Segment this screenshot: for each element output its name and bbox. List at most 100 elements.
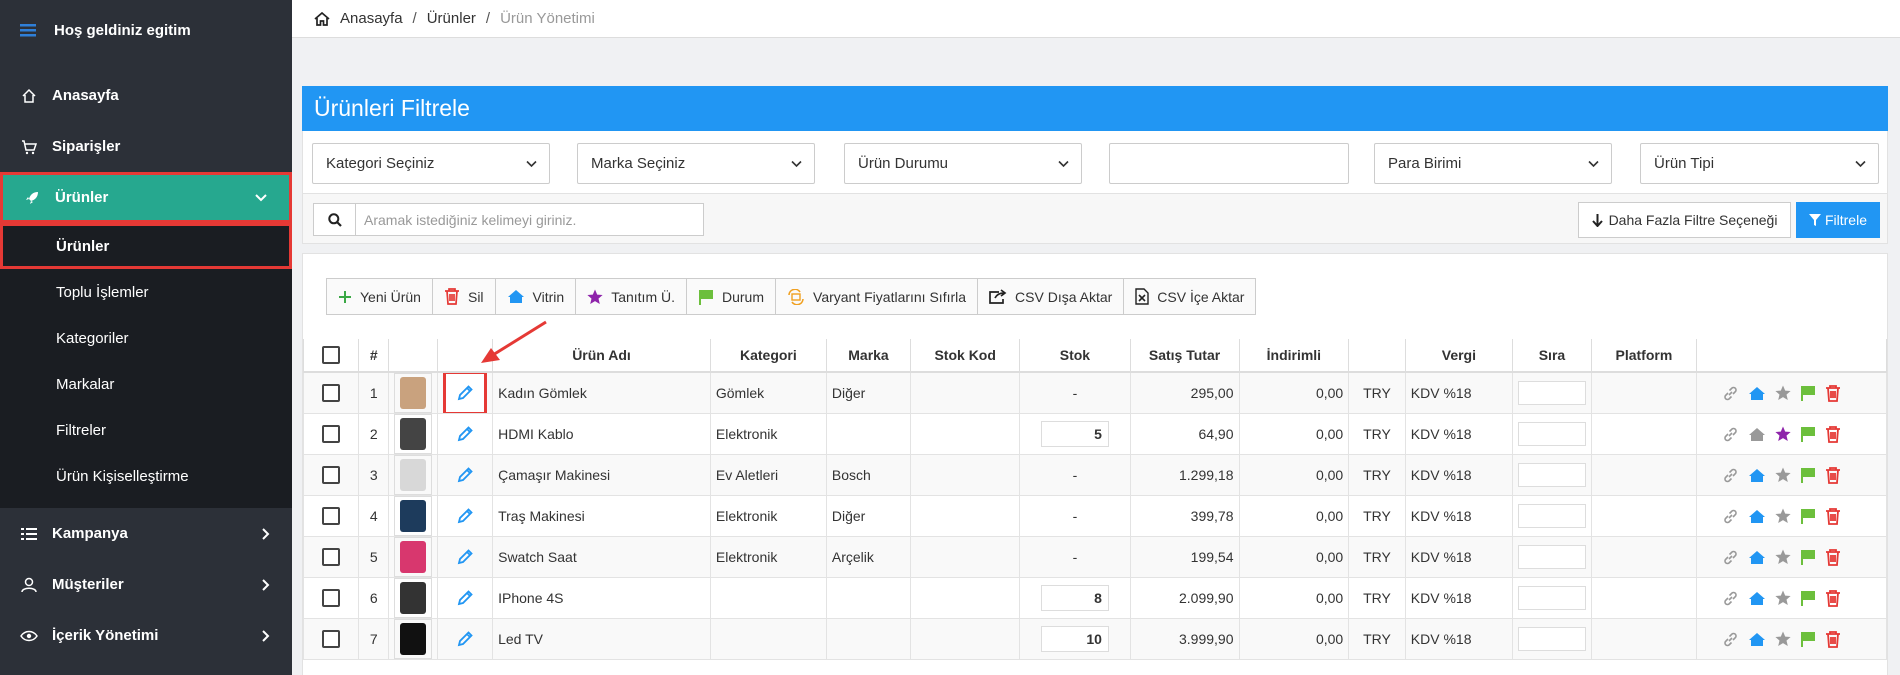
link-icon[interactable] [1722,508,1739,525]
product-name[interactable]: HDMI Kablo [492,413,711,455]
order-input[interactable] [1517,627,1586,651]
flag-icon[interactable] [1800,467,1816,483]
showcase-icon[interactable] [1748,386,1766,401]
link-icon[interactable] [1722,590,1739,607]
row-checkbox[interactable] [322,466,341,484]
product-thumbnail[interactable] [394,455,433,495]
sidebar-item-kampanya[interactable]: Kampanya [0,508,292,559]
order-input[interactable] [1517,586,1586,610]
link-icon[interactable] [1722,631,1739,648]
delete-button[interactable]: Sil [433,279,496,314]
submenu-item-filtreler[interactable]: Filtreler [0,407,292,453]
star-icon[interactable] [1775,385,1791,401]
menu-icon[interactable] [20,23,36,37]
sidebar-item-urunler[interactable]: Ürünler [0,172,292,223]
order-input[interactable] [1517,381,1586,405]
star-icon[interactable] [1775,631,1791,647]
trash-icon[interactable] [1825,384,1841,402]
link-icon[interactable] [1722,549,1739,566]
product-thumbnail[interactable] [394,578,433,618]
filter-button[interactable]: Filtrele [1796,202,1880,238]
edit-button[interactable] [443,589,487,607]
sidebar-item-anasayfa[interactable]: Anasayfa [0,70,292,121]
column-header[interactable]: Satış Tutar [1129,339,1240,373]
column-header[interactable]: Marka [825,339,912,373]
trash-icon[interactable] [1825,630,1841,648]
edit-button[interactable] [443,466,487,484]
reset-variant-prices-button[interactable]: Varyant Fiyatlarını Sıfırla [776,279,979,314]
column-header[interactable]: Kategori [709,339,827,373]
select-all-checkbox[interactable] [322,346,341,364]
edit-button[interactable] [443,630,487,648]
showcase-icon[interactable] [1748,468,1766,483]
flag-icon[interactable] [1800,508,1816,524]
search-icon[interactable] [314,204,356,235]
currency-select[interactable]: Para Birimi [1374,143,1612,184]
stock-input[interactable]: 8 [1040,585,1109,611]
trash-icon[interactable] [1825,507,1841,525]
product-thumbnail[interactable] [394,537,433,577]
showcase-button[interactable]: Vitrin [496,279,577,314]
link-icon[interactable] [1722,467,1739,484]
product-name[interactable]: Kadın Gömlek [492,371,711,414]
trash-icon[interactable] [1825,425,1841,443]
search-input[interactable] [356,204,703,235]
column-header[interactable]: Vergi [1404,339,1513,373]
csv-export-button[interactable]: CSV Dışa Aktar [978,279,1125,314]
row-checkbox[interactable] [322,507,341,525]
product-thumbnail[interactable] [394,373,433,413]
product-thumbnail[interactable] [394,414,433,454]
flag-icon[interactable] [1800,426,1816,442]
product-name[interactable]: Traş Makinesi [492,495,711,537]
row-checkbox[interactable] [322,589,341,607]
link-icon[interactable] [1722,385,1739,402]
breadcrumb-section[interactable]: Ürünler [427,10,476,27]
star-icon[interactable] [1775,467,1791,483]
showcase-icon[interactable] [1748,509,1766,524]
column-header[interactable]: İndirimli [1238,339,1350,373]
submenu-item-urunler[interactable]: Ürünler [0,223,292,269]
row-checkbox[interactable] [322,630,341,648]
product-status-select[interactable]: Ürün Durumu [844,143,1082,184]
flag-icon[interactable] [1800,631,1816,647]
row-checkbox[interactable] [322,425,341,443]
star-icon[interactable] [1775,549,1791,565]
product-name[interactable]: Led TV [492,618,711,660]
flag-icon[interactable] [1800,590,1816,606]
edit-button[interactable] [443,425,487,443]
row-checkbox[interactable] [322,548,341,566]
stock-input[interactable]: 10 [1040,626,1109,652]
link-icon[interactable] [1722,426,1739,443]
csv-import-button[interactable]: CSV İçe Aktar [1124,279,1255,314]
trash-icon[interactable] [1825,466,1841,484]
status-button[interactable]: Durum [687,279,777,314]
order-input[interactable] [1517,504,1586,528]
showcase-icon[interactable] [1748,550,1766,565]
star-icon[interactable] [1775,426,1791,442]
brand-select[interactable]: Marka Seçiniz [577,143,815,184]
flag-icon[interactable] [1800,385,1816,401]
new-product-button[interactable]: Yeni Ürün [327,279,433,314]
submenu-item-urun-kisisellestirme[interactable]: Ürün Kişiselleştirme [0,453,292,499]
product-thumbnail[interactable] [394,619,433,659]
product-name[interactable]: IPhone 4S [492,577,711,619]
home-icon[interactable] [314,11,330,26]
submenu-item-markalar[interactable]: Markalar [0,361,292,407]
category-select[interactable]: Kategori Seçiniz [312,143,550,184]
stock-input[interactable]: 5 [1040,421,1109,447]
column-header[interactable]: Stok [1019,339,1131,373]
sidebar-item-icerik-yonetimi[interactable]: İçerik Yönetimi [0,610,292,661]
order-input[interactable] [1517,545,1586,569]
product-name[interactable]: Swatch Saat [492,536,711,578]
edit-button[interactable] [443,548,487,566]
edit-button[interactable] [443,507,487,525]
order-input[interactable] [1517,422,1586,446]
sidebar-item-siparisler[interactable]: Siparişler [0,121,292,172]
showcase-icon[interactable] [1748,591,1766,606]
showcase-icon[interactable] [1748,632,1766,647]
product-thumbnail[interactable] [394,496,433,536]
star-icon[interactable] [1775,508,1791,524]
column-header[interactable]: Sıra [1511,339,1592,373]
sidebar-item-musteriler[interactable]: Müşteriler [0,559,292,610]
edit-button-highlighted[interactable] [443,372,488,413]
